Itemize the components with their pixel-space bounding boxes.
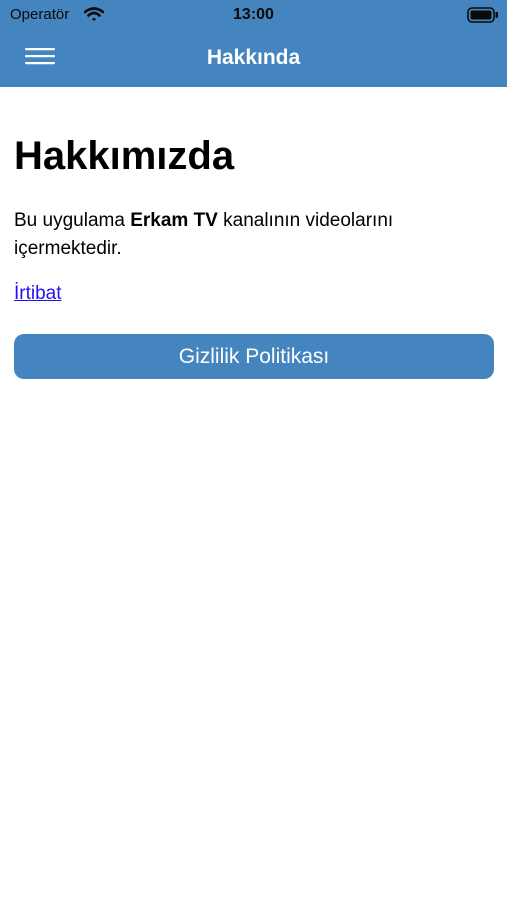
contact-link[interactable]: İrtibat [14,282,62,306]
about-content: Hakkımızda Bu uygulama Erkam TV kanalını… [14,87,494,379]
privacy-policy-button[interactable]: Gizlilik Politikası [14,334,494,379]
description-prefix: Bu uygulama [14,210,131,231]
nav-title: Hakkında [206,46,301,69]
app-description: Bu uygulama Erkam TV kanalının videoları… [14,207,494,263]
battery-icon [467,7,499,23]
top-bar: Operatör 13:00 Hakkında [0,0,507,87]
page-title: Hakkımızda [14,134,235,178]
channel-name: Erkam TV [130,210,218,231]
status-bar: Operatör 13:00 [0,0,507,30]
status-time: 13:00 [233,6,274,23]
